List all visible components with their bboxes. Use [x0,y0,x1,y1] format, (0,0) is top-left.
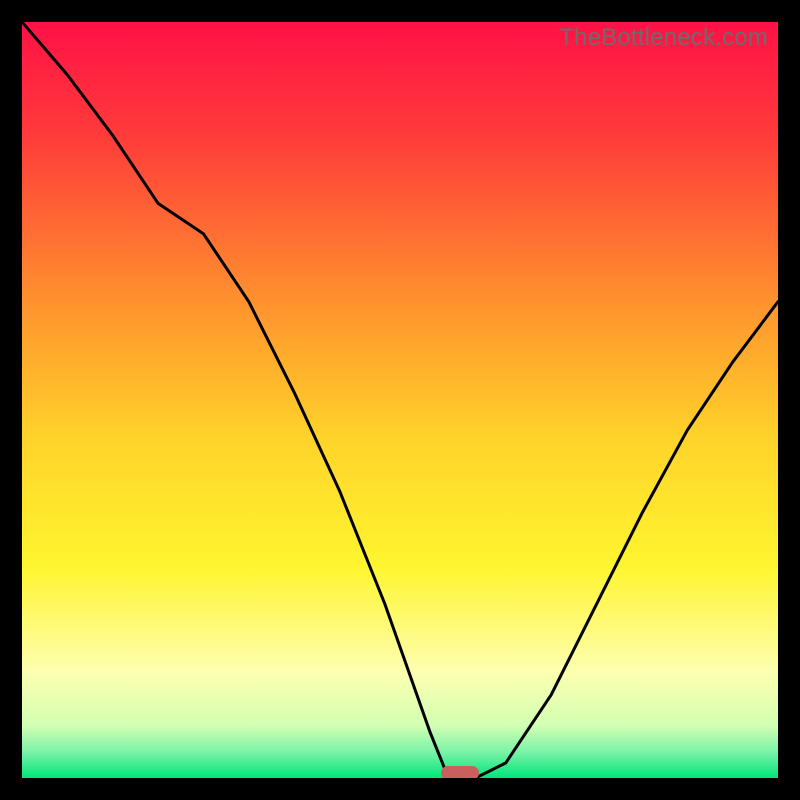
bottleneck-curve [22,22,778,778]
optimal-marker [441,766,479,778]
plot-area: TheBottleneck.com [22,22,778,778]
watermark-text: TheBottleneck.com [559,24,768,52]
chart-frame: TheBottleneck.com [0,0,800,800]
